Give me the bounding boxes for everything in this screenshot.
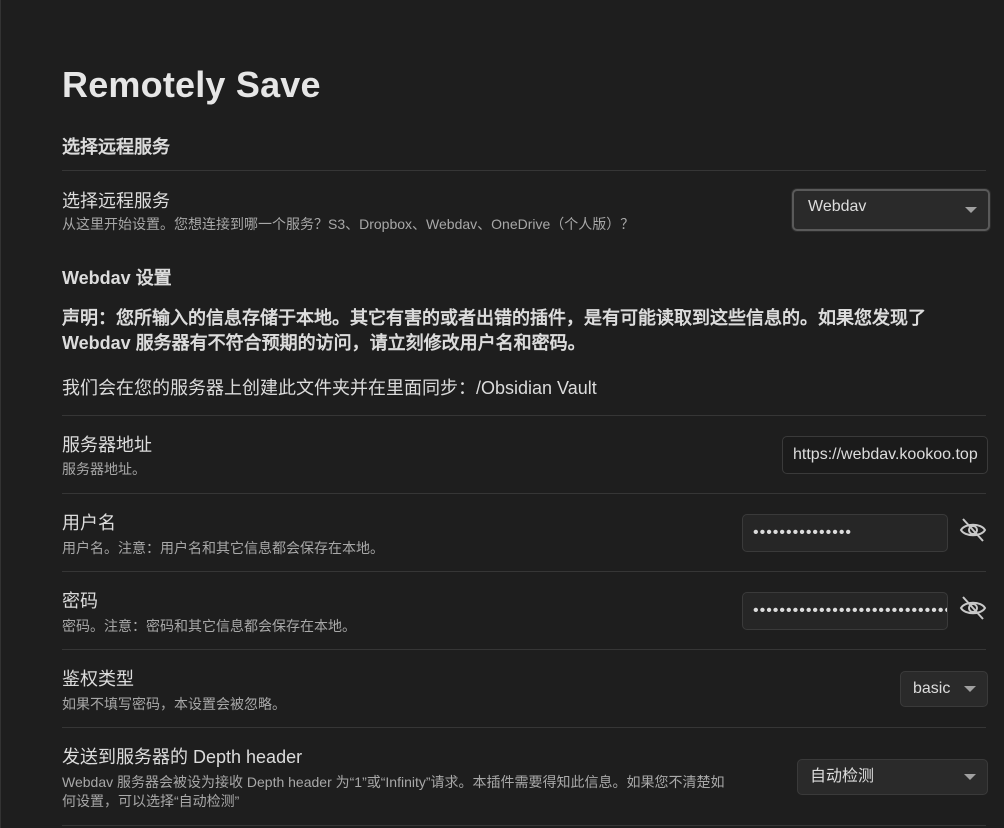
security-notice-line1: 声明：您所输入的信息存储于本地。其它有害的或者出错的插件，是有可能读取到这些信息… [62, 308, 926, 328]
service-select[interactable]: Webdav [792, 189, 990, 231]
server-address-input[interactable]: https://webdav.kookoo.top [782, 436, 988, 474]
depth-setting-name: 发送到服务器的 Depth header [62, 747, 303, 767]
service-setting-name: 选择远程服务 [62, 191, 170, 211]
password-setting-name: 密码 [62, 591, 98, 611]
settings-pane: Remotely Save 选择远程服务 选择远程服务 从这里开始设置。您想连接… [0, 0, 1004, 828]
section-heading-choose-service: 选择远程服务 [62, 137, 170, 157]
folder-info-text: 我们会在您的服务器上创建此文件夹并在里面同步：/Obsidian Vault [62, 378, 597, 398]
divider [62, 825, 986, 826]
depth-setting-desc-line2: 何设置，可以选择“自动检测” [62, 793, 240, 809]
username-setting-desc: 用户名。注意：用户名和其它信息都会保存在本地。 [62, 540, 384, 556]
depth-header-select-value: 自动检测 [810, 768, 875, 785]
divider [62, 415, 986, 416]
chevron-down-icon [964, 774, 976, 780]
password-setting-desc: 密码。注意：密码和其它信息都会保存在本地。 [62, 618, 356, 634]
eye-off-icon[interactable] [958, 515, 988, 545]
divider [62, 649, 986, 650]
depth-setting-desc: Webdav 服务器会被设为接收 Depth header 为“1”或“Infi… [62, 773, 782, 811]
chevron-down-icon [964, 686, 976, 692]
server-setting-name: 服务器地址 [62, 435, 152, 455]
section-heading-webdav: Webdav 设置 [62, 268, 172, 288]
auth-type-select-value: basic [913, 680, 951, 697]
page-title: Remotely Save [62, 64, 321, 105]
auth-type-select[interactable]: basic [900, 671, 988, 707]
service-select-value: Webdav [808, 198, 867, 215]
server-setting-desc: 服务器地址。 [62, 461, 146, 477]
divider [62, 493, 986, 494]
divider [62, 727, 986, 728]
divider [62, 571, 986, 572]
chevron-down-icon [965, 207, 977, 213]
depth-setting-desc-line1: Webdav 服务器会被设为接收 Depth header 为“1”或“Infi… [62, 774, 725, 790]
auth-setting-name: 鉴权类型 [62, 669, 134, 689]
username-input[interactable]: ••••••••••••••• [742, 514, 948, 552]
security-notice: 声明：您所输入的信息存储于本地。其它有害的或者出错的插件，是有可能读取到这些信息… [62, 306, 982, 356]
security-notice-line2: Webdav 服务器有不符合预期的访问，请立刻修改用户名和密码。 [62, 333, 586, 353]
service-setting-desc: 从这里开始设置。您想连接到哪一个服务？S3、Dropbox、Webdav、One… [62, 216, 635, 232]
divider [62, 170, 986, 171]
eye-off-icon[interactable] [958, 593, 988, 623]
password-input[interactable]: •••••••••••••••••••••••••••••••• [742, 592, 948, 630]
username-setting-name: 用户名 [62, 513, 116, 533]
depth-header-select[interactable]: 自动检测 [797, 759, 988, 795]
auth-setting-desc: 如果不填写密码，本设置会被忽略。 [62, 696, 286, 712]
